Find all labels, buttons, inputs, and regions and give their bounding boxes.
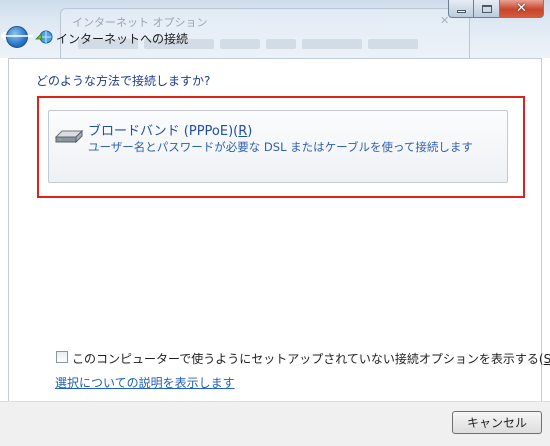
background-window-title: インターネット オプション: [72, 16, 208, 29]
network-globe-icon: [35, 30, 53, 44]
show-unconfigured-checkbox[interactable]: [56, 351, 68, 363]
minimize-icon: [456, 9, 466, 13]
close-icon: ✕: [516, 1, 527, 16]
show-unconfigured-label[interactable]: このコンピューターで使うようにセットアップされていない接続オプションを表示する(…: [72, 350, 550, 367]
broadband-option-description: ユーザー名とパスワードが必要な DSL またはケーブルを使って接続します: [88, 140, 473, 154]
back-arrow-icon: 🡐: [0, 29, 35, 44]
minimize-button[interactable]: [448, 0, 474, 18]
close-button[interactable]: ✕: [500, 0, 544, 18]
window-title: インターネットへの接続: [56, 32, 189, 46]
broadband-option-title: ブロードバンド (PPPoE)(R): [88, 124, 253, 139]
broadband-modem-icon: [54, 129, 84, 144]
back-button[interactable]: 🡐: [0, 26, 34, 48]
maximize-icon: [481, 4, 492, 13]
maximize-button[interactable]: [474, 0, 500, 18]
caption-buttons: ✕: [448, 0, 544, 18]
help-choosing-link[interactable]: 選択についての説明を表示します: [55, 374, 235, 391]
connection-question: どのような方法で接続しますか?: [36, 74, 211, 88]
cancel-button[interactable]: キャンセル: [452, 411, 542, 434]
